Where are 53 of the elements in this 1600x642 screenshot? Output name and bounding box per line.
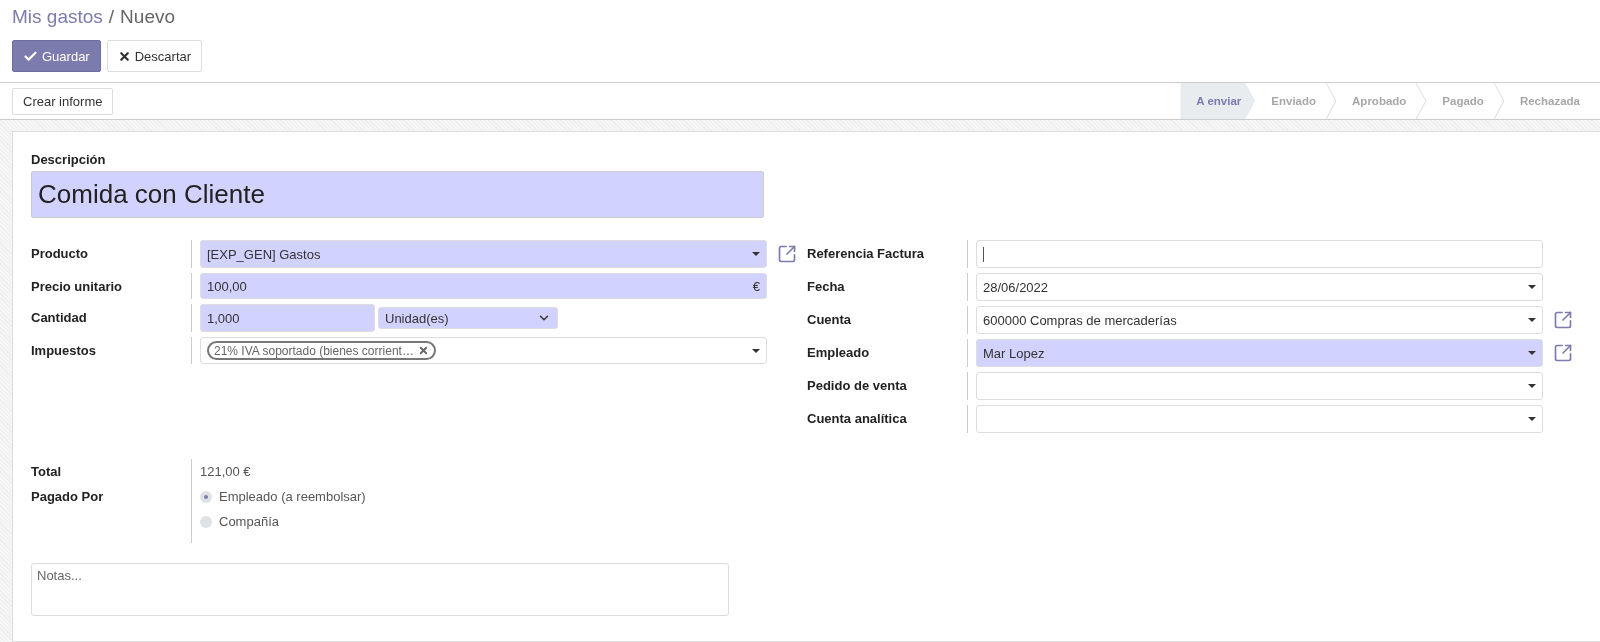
field-label: Cantidad xyxy=(31,310,87,325)
radio-button[interactable] xyxy=(200,490,212,503)
field-label: Referencia Factura xyxy=(807,246,925,261)
field-label: Impuestos xyxy=(31,343,96,358)
field-label: Total xyxy=(31,464,63,479)
select-field[interactable]: [EXP_GEN] Gastos xyxy=(200,240,767,268)
tag: 21% IVA soportado (bienes corrient… xyxy=(207,341,436,360)
select-field[interactable] xyxy=(976,372,1543,400)
breadcrumb-separator: / xyxy=(108,6,115,28)
field-label: Fecha xyxy=(807,279,845,294)
select-field[interactable] xyxy=(976,405,1543,433)
breadcrumb-current: Nuevo xyxy=(120,6,175,28)
select-field[interactable]: Mar Lopez xyxy=(976,339,1543,367)
select-field[interactable]: 28/06/2022 xyxy=(976,273,1543,301)
external-link-icon[interactable] xyxy=(1553,310,1573,330)
external-link-icon[interactable] xyxy=(777,244,797,264)
close-icon[interactable] xyxy=(417,345,429,356)
field-label: Cuenta xyxy=(807,312,852,327)
field-label: Pagado Por xyxy=(31,489,105,504)
caret-icon xyxy=(1528,318,1536,322)
field-label: Cuenta analítica xyxy=(807,411,907,426)
tags-field[interactable]: 21% IVA soportado (bienes corrient… xyxy=(200,337,767,364)
field-label: Descripción xyxy=(31,152,107,167)
caret-icon xyxy=(1528,384,1536,388)
external-link-icon[interactable] xyxy=(1553,343,1573,363)
input-field[interactable] xyxy=(976,240,1543,268)
caret-icon xyxy=(752,252,760,256)
select-field[interactable]: 600000 Compras de mercaderías xyxy=(976,306,1543,334)
total-value: 121,00 € xyxy=(200,464,252,479)
caret-icon xyxy=(1528,285,1536,289)
create-report-button[interactable]: Crear informe xyxy=(12,87,114,115)
caret-icon xyxy=(752,348,760,353)
title-input[interactable]: Comida con Cliente xyxy=(31,171,764,218)
stage-separator xyxy=(1493,83,1504,119)
field-label: Producto xyxy=(31,246,89,261)
field-label: Pedido de venta xyxy=(807,378,907,393)
caret-icon xyxy=(1528,351,1536,355)
radio-label: Compañía xyxy=(219,514,279,529)
breadcrumb-link[interactable]: Mis gastos xyxy=(12,6,103,28)
input-field[interactable]: 100,00 € xyxy=(200,273,767,299)
caret-icon xyxy=(1528,417,1536,421)
field-label: Empleado xyxy=(807,345,870,360)
unit-select[interactable]: Unidad(es) xyxy=(378,307,558,329)
stage-separator xyxy=(1326,83,1337,119)
field-label: Precio unitario xyxy=(31,279,123,294)
stage-separator xyxy=(1416,83,1427,119)
radio-button[interactable] xyxy=(200,515,212,528)
discard-button[interactable]: Descartar xyxy=(106,40,203,72)
close-icon xyxy=(117,49,131,63)
input-field[interactable]: 1,000 xyxy=(200,304,375,332)
save-button[interactable]: Guardar xyxy=(12,40,101,72)
notes-field[interactable]: Notas... xyxy=(31,563,729,616)
radio-label: Empleado (a reembolsar) xyxy=(219,489,366,504)
